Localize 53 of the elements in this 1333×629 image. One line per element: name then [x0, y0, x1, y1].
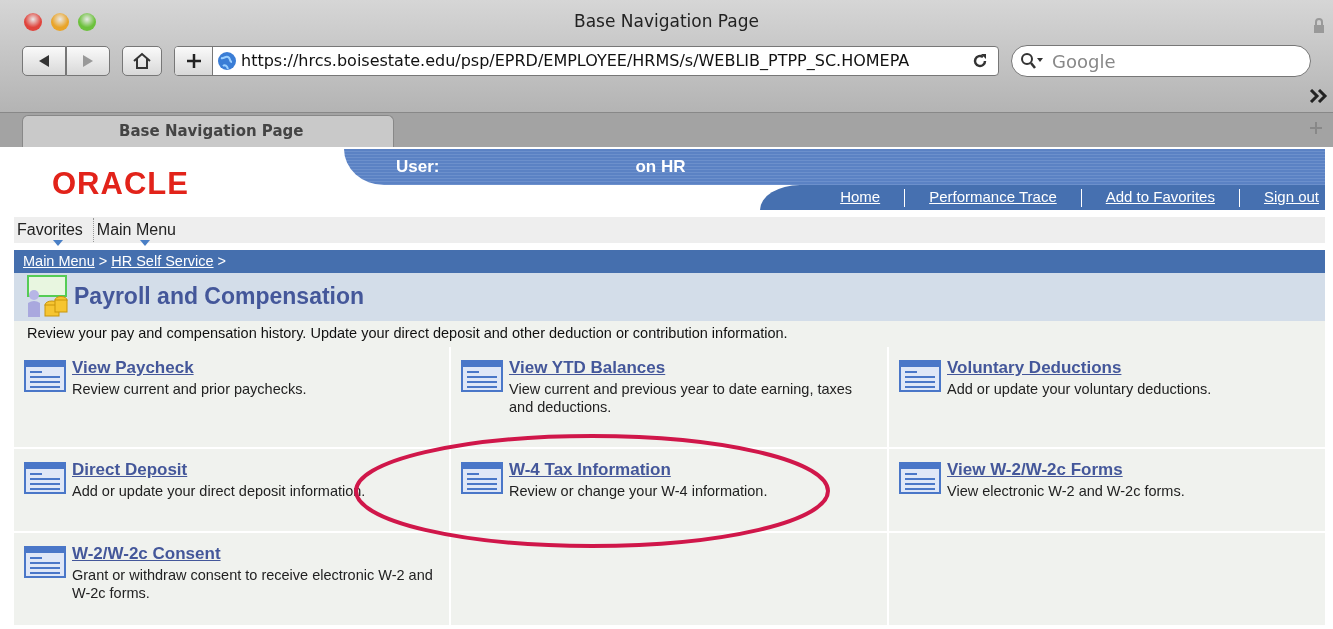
- breadcrumb-separator: >: [217, 251, 226, 271]
- caret-icon: [53, 240, 64, 246]
- tile-link[interactable]: W-4 Tax Information: [509, 456, 768, 483]
- home-button[interactable]: [122, 46, 162, 76]
- plus-icon: [185, 53, 202, 69]
- tile-link[interactable]: Voluntary Deductions: [947, 354, 1212, 381]
- tile-description: View electronic W-2 and W-2c forms.: [947, 482, 1185, 501]
- tile-description: View current and previous year to date earning, taxes and deductions.: [509, 380, 854, 417]
- user-suffix: on HR: [635, 156, 686, 179]
- user-label: User:: [396, 156, 440, 179]
- reload-icon[interactable]: [972, 53, 988, 69]
- caret-icon: [139, 240, 150, 246]
- header-link[interactable]: Sign out: [1263, 186, 1319, 209]
- breadcrumb-link[interactable]: Main Menu: [23, 250, 95, 273]
- page-title: Payroll and Compensation: [74, 283, 365, 311]
- home-icon: [132, 52, 152, 70]
- back-arrow-icon: [37, 54, 51, 68]
- search-icon: [1020, 52, 1044, 70]
- tile-description: Grant or withdraw consent to receive electronic W-2 and W-2c forms.: [72, 566, 434, 603]
- breadcrumb-separator: >: [98, 251, 108, 271]
- header-link[interactable]: Home: [840, 186, 881, 209]
- page-icon: [24, 461, 66, 494]
- tile-description: Review current and prior paychecks.: [72, 380, 307, 399]
- window-title: Base Navigation Page: [573, 10, 760, 32]
- forward-arrow-icon: [81, 54, 95, 68]
- page-icon: [24, 545, 66, 578]
- menu-item[interactable]: Main Menu: [93, 221, 186, 246]
- page-icon: [899, 461, 941, 494]
- back-button[interactable]: [22, 46, 66, 76]
- page-icon: [24, 359, 66, 392]
- page-icon: [461, 359, 503, 392]
- globe-icon: [217, 51, 237, 71]
- tile-description: Review or change your W-4 information.: [509, 482, 768, 501]
- tile-description: Add or update your voluntary deductions.: [947, 380, 1212, 399]
- header-link[interactable]: Performance Trace: [929, 186, 1057, 209]
- overflow-chevron-icon[interactable]: [1309, 89, 1329, 103]
- page-icon: [461, 461, 503, 494]
- menu-item[interactable]: Favorites: [14, 221, 93, 246]
- tile-link[interactable]: Direct Deposit: [72, 456, 366, 483]
- tile-link[interactable]: W-2/W-2c Consent: [72, 540, 439, 567]
- forward-button[interactable]: [66, 46, 110, 76]
- browser-tab[interactable]: Base Navigation Page: [22, 115, 394, 147]
- tile-link[interactable]: View YTD Balances: [509, 354, 877, 381]
- breadcrumb-link[interactable]: HR Self Service: [111, 250, 214, 273]
- tile-link[interactable]: View Paycheck: [72, 354, 307, 381]
- logo: ORACLE: [52, 165, 189, 203]
- tile-link[interactable]: View W-2/W-2c Forms: [947, 456, 1185, 483]
- header-link[interactable]: Add to Favorites: [1105, 186, 1215, 209]
- search-box[interactable]: Google: [1011, 45, 1311, 77]
- close-button[interactable]: [24, 13, 42, 31]
- page-description: Review your pay and compensation history. Update your direct deposit and other deduction or contribution information.: [14, 321, 1325, 347]
- add-bookmark-button[interactable]: [175, 47, 213, 75]
- page-icon: [899, 359, 941, 392]
